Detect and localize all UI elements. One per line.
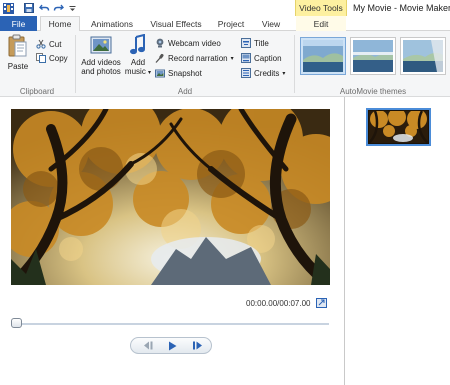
caption-label: Caption: [254, 53, 282, 63]
clipboard-group-label: Clipboard: [19, 87, 55, 96]
next-frame-icon: [192, 341, 202, 350]
tab-edit[interactable]: Edit: [296, 16, 346, 31]
paste-label: Paste: [7, 62, 29, 71]
tab-project[interactable]: Project: [212, 16, 250, 31]
play-icon: [168, 341, 176, 350]
add-videos-and-photos-button[interactable]: Add videos and photos: [78, 34, 124, 76]
group-separator: [294, 35, 295, 93]
ribbon-tab-row: File Home Animations Visual Effects Proj…: [0, 16, 450, 32]
credits-label: Credits: [254, 68, 280, 78]
playback-controls: [130, 337, 212, 354]
credits-button[interactable]: Credits ▾: [241, 67, 285, 79]
time-display: 00:00.00/00:07.00: [246, 299, 311, 308]
tab-file[interactable]: File: [0, 16, 37, 31]
webcam-video-label: Webcam video: [168, 38, 221, 48]
add-music-label-line1: Add: [130, 58, 146, 67]
paste-button[interactable]: Paste: [5, 34, 31, 71]
add-videos-label-line2: and photos: [81, 67, 121, 76]
preview-pane: 00:00.00/00:07.00: [0, 97, 345, 385]
clip-thumbnail[interactable]: [366, 108, 431, 146]
tab-home[interactable]: Home: [40, 16, 80, 32]
cut-button[interactable]: Cut: [36, 38, 61, 50]
webcam-video-button[interactable]: Webcam video: [155, 37, 221, 49]
record-narration-label: Record narration: [168, 53, 228, 63]
copy-label: Copy: [49, 53, 68, 63]
snapshot-icon: [155, 69, 165, 78]
window-title: My Movie - Movie Maker: [353, 3, 450, 13]
tab-visual-effects[interactable]: Visual Effects: [145, 16, 207, 31]
movie-maker-app-icon[interactable]: [2, 2, 14, 14]
undo-icon[interactable]: [38, 2, 50, 14]
copy-button[interactable]: Copy: [36, 52, 68, 64]
caption-icon: [241, 53, 251, 63]
paste-icon: [8, 34, 27, 57]
chevron-down-icon: ▾: [148, 70, 152, 76]
video-preview[interactable]: [11, 109, 330, 285]
film-photo-icon: [90, 36, 112, 54]
seek-bar-track[interactable]: [11, 323, 329, 325]
theme-preview-image: [303, 40, 343, 72]
previous-frame-icon: [143, 341, 152, 350]
storyboard-pane: [345, 97, 450, 385]
credits-icon: [241, 68, 251, 78]
cut-label: Cut: [49, 39, 62, 49]
snapshot-button[interactable]: Snapshot: [155, 67, 202, 79]
tab-animations[interactable]: Animations: [84, 16, 140, 31]
save-icon[interactable]: [23, 2, 35, 14]
microphone-icon: [155, 53, 164, 63]
chevron-down-icon: ▾: [282, 70, 286, 77]
add-music-button[interactable]: Add music ▾: [124, 34, 152, 78]
scissors-icon: [36, 39, 46, 49]
automovie-themes-group-label: AutoMovie themes: [339, 87, 407, 96]
add-music-label-line2: music ▾: [124, 67, 152, 76]
clip-thumbnail-image: [368, 110, 429, 144]
automovie-theme-2[interactable]: [350, 37, 396, 75]
fullscreen-icon[interactable]: [316, 298, 327, 308]
title-bar: Video Tools My Movie - Movie Maker: [0, 0, 450, 16]
video-tools-contextual-group: Video Tools: [295, 0, 347, 16]
title-label: Title: [254, 38, 269, 48]
snapshot-label: Snapshot: [168, 68, 202, 78]
tab-view[interactable]: View: [256, 16, 286, 31]
redo-icon[interactable]: [52, 2, 64, 14]
record-narration-button[interactable]: Record narration ▾: [155, 52, 234, 64]
caption-button[interactable]: Caption: [241, 52, 282, 64]
webcam-icon: [156, 38, 164, 48]
seek-bar-thumb[interactable]: [11, 318, 22, 328]
chevron-down-icon: ▾: [230, 55, 234, 62]
video-frame-image: [11, 109, 330, 285]
theme-preview-image: [353, 40, 393, 72]
next-frame-button[interactable]: [186, 338, 208, 353]
customize-quick-access-dropdown-icon[interactable]: [67, 2, 77, 14]
group-separator: [75, 35, 76, 93]
add-videos-label-line1: Add videos: [81, 58, 121, 67]
ribbon-home: Paste Cut Copy Clipboard Add videos and …: [0, 31, 450, 97]
title-button[interactable]: Title: [241, 37, 269, 49]
title-icon: [241, 38, 251, 48]
play-button[interactable]: [162, 338, 182, 353]
music-note-icon: [130, 34, 145, 55]
add-group-label: Add: [177, 87, 193, 96]
automovie-theme-3[interactable]: [400, 37, 446, 75]
automovie-theme-1[interactable]: [300, 37, 346, 75]
copy-icon: [36, 53, 46, 63]
theme-preview-image: [403, 40, 443, 72]
previous-frame-button[interactable]: [137, 338, 159, 353]
